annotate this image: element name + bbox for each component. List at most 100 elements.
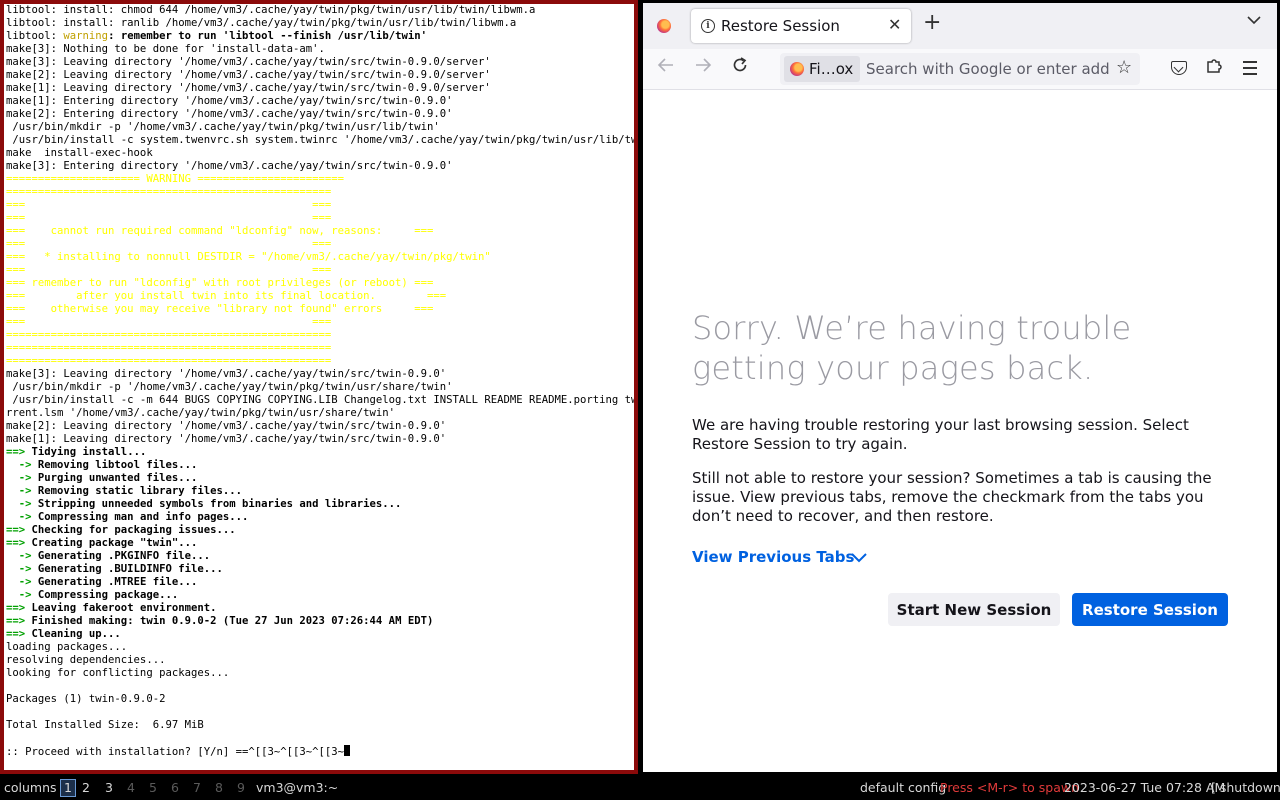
tab-restore-session[interactable]: i Restore Session ✕ (691, 9, 911, 43)
terminal-line: make install-exec-hook (4, 147, 634, 160)
workspace-1[interactable]: 1 (60, 779, 76, 797)
terminal-line: === * installing to nonnull DESTDIR = "/… (4, 251, 634, 264)
terminal-line: ==> Cleaning up... (4, 628, 634, 641)
terminal-window-border: libtool: install: chmod 644 /home/vm3/.c… (0, 0, 638, 774)
terminal-line-text: Generating .PKGINFO file... (31, 550, 211, 562)
hamburger-menu-icon[interactable] (1243, 61, 1257, 79)
start-new-session-button[interactable]: Start New Session (888, 593, 1060, 626)
terminal-line-text: make[2]: Leaving directory '/home/vm3/.c… (6, 69, 491, 81)
terminal-line-text: /usr/bin/install -c system.twenvrc.sh sy… (6, 134, 634, 146)
terminal[interactable]: libtool: install: chmod 644 /home/vm3/.c… (4, 4, 634, 770)
terminal-line-text: === === (6, 238, 332, 250)
terminal-line: loading packages... (4, 641, 634, 654)
terminal-line: make[2]: Leaving directory '/home/vm3/.c… (4, 420, 634, 433)
terminal-line-text: === === (6, 264, 332, 276)
terminal-line: ==> Leaving fakeroot environment. (4, 602, 634, 615)
terminal-line-text: resolving dependencies... (6, 654, 166, 666)
pocket-icon[interactable] (1171, 61, 1187, 75)
bookmark-star-icon[interactable]: ☆ (1116, 57, 1132, 78)
config-label: default config (860, 780, 947, 795)
forward-arrow-icon[interactable] (694, 56, 712, 81)
terminal-line: -> Stripping unneeded symbols from binar… (4, 498, 634, 511)
text-cursor (344, 745, 351, 756)
terminal-prompt-arrow: ==> (6, 537, 26, 549)
chevron-down-icon[interactable] (851, 548, 867, 563)
terminal-line: make[3]: Leaving directory '/home/vm3/.c… (4, 56, 634, 69)
terminal-line-text: make[3]: Entering directory '/home/vm3/.… (6, 160, 453, 172)
terminal-line-text: === remember to run "ldconfig" with root… (6, 277, 434, 289)
terminal-line: make[1]: Leaving directory '/home/vm3/.c… (4, 433, 634, 446)
url-input[interactable] (866, 57, 1110, 81)
close-tab-icon[interactable]: ✕ (888, 15, 901, 34)
workspace-9[interactable]: 9 (237, 777, 245, 799)
terminal-line-text: === === (6, 199, 332, 211)
workspace-8[interactable]: 8 (215, 777, 223, 799)
new-tab-button[interactable]: + (923, 11, 941, 35)
terminal-prompt-arrow: -> (6, 550, 32, 562)
info-icon: i (701, 19, 715, 33)
url-bar[interactable]: Fi…ox ☆ (780, 53, 1140, 85)
terminal-line: ==> Creating package "twin"... (4, 537, 634, 550)
terminal-line: /usr/bin/mkdir -p '/home/vm3/.cache/yay/… (4, 121, 634, 134)
workspace-2[interactable]: 2 (82, 777, 90, 799)
shutdown-button[interactable]: [ shutdown ] (1211, 777, 1280, 799)
terminal-prompt-arrow: ==> (6, 524, 26, 536)
workspace-7[interactable]: 7 (193, 777, 201, 799)
terminal-line: make[2]: Leaving directory '/home/vm3/.c… (4, 69, 634, 82)
terminal-line-text: Purging unwanted files... (31, 472, 198, 484)
terminal-line: === === (4, 264, 634, 277)
layout-label[interactable]: columns (4, 777, 57, 799)
terminal-line: make[1]: Leaving directory '/home/vm3/.c… (4, 82, 634, 95)
workspace-5[interactable]: 5 (149, 777, 157, 799)
terminal-line-text: Cleaning up... (25, 628, 121, 640)
terminal-line-text: make[3]: Leaving directory '/home/vm3/.c… (6, 368, 447, 380)
terminal-line: === === (4, 212, 634, 225)
firefox-view-icon[interactable] (657, 19, 671, 33)
terminal-line-text: /usr/bin/mkdir -p '/home/vm3/.cache/yay/… (6, 121, 440, 133)
terminal-line: ========================================… (4, 342, 634, 355)
terminal-line-text: ========================================… (6, 329, 332, 341)
terminal-line-text: Leaving fakeroot environment. (25, 602, 217, 614)
reload-icon[interactable] (731, 56, 749, 81)
terminal-line-text: ========================================… (6, 355, 332, 367)
terminal-line: ==> Finished making: twin 0.9.0-2 (Tue 2… (4, 615, 634, 628)
terminal-line: -> Purging unwanted files... (4, 472, 634, 485)
terminal-line: ========================================… (4, 355, 634, 368)
terminal-line: make[3]: Nothing to be done for 'install… (4, 43, 634, 56)
page-heading: Sorry. We’re having trouble getting your… (692, 309, 1132, 387)
terminal-line-text: Creating package "twin"... (25, 537, 198, 549)
tab-bar: i Restore Session ✕ + (643, 3, 1277, 49)
terminal-line-text: === cannot run required command "ldconfi… (6, 225, 434, 237)
chevron-down-icon[interactable] (1247, 13, 1261, 29)
terminal-line: -> Generating .PKGINFO file... (4, 550, 634, 563)
terminal-line-text: Checking for packaging issues... (25, 524, 236, 536)
terminal-prompt-arrow: -> (6, 459, 32, 471)
firefox-icon (790, 62, 804, 76)
terminal-line: rrent.lsm '/home/vm3/.cache/yay/twin/pkg… (4, 407, 634, 420)
back-arrow-icon[interactable] (657, 56, 675, 81)
extensions-puzzle-icon[interactable] (1206, 57, 1223, 79)
workspace-3[interactable]: 3 (105, 777, 113, 799)
terminal-line-text: make[1]: Leaving directory '/home/vm3/.c… (6, 433, 447, 445)
terminal-line-text: Generating .MTREE file... (31, 576, 198, 588)
identity-box[interactable]: Fi…ox (784, 56, 860, 82)
terminal-prompt-arrow: ==> (6, 602, 26, 614)
terminal-line-text: /usr/bin/install -c -m 644 BUGS COPYING … (6, 394, 634, 406)
spawn-hint: Press <M-r> to spawn (940, 780, 1080, 795)
view-previous-tabs-link[interactable]: View Previous Tabs (692, 548, 854, 566)
terminal-line: -> Generating .BUILDINFO file... (4, 563, 634, 576)
terminal-line-text: :: Proceed with installation? [Y/n] ==^[… (6, 746, 345, 758)
terminal-line: === === (4, 316, 634, 329)
workspace-6[interactable]: 6 (171, 777, 179, 799)
workspace-4[interactable]: 4 (127, 777, 135, 799)
terminal-prompt-arrow: -> (6, 576, 32, 588)
terminal-line: -> Compressing package... (4, 589, 634, 602)
window-manager-status-bar: columns vm3@vm3:~ default config Press <… (0, 776, 1280, 800)
terminal-line-text: ========================================… (6, 342, 332, 354)
firefox-window: i Restore Session ✕ + Fi…ox ☆ (643, 3, 1277, 772)
restore-session-button[interactable]: Restore Session (1072, 593, 1228, 626)
terminal-line: /usr/bin/mkdir -p '/home/vm3/.cache/yay/… (4, 381, 634, 394)
terminal-line: make[3]: Leaving directory '/home/vm3/.c… (4, 368, 634, 381)
